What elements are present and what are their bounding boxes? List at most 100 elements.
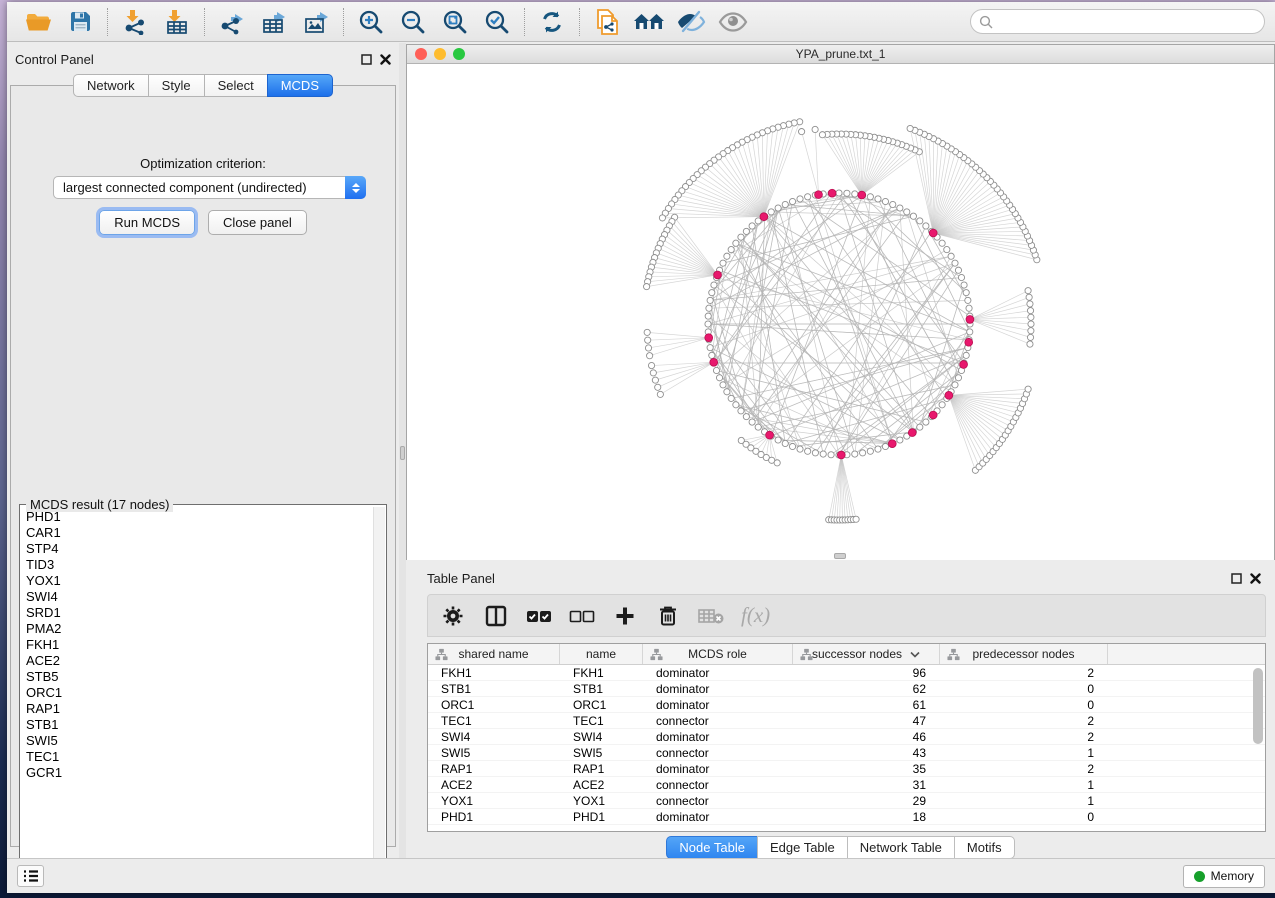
show-column-panel-icon[interactable]: [483, 603, 509, 629]
toolbar-separator: [343, 8, 344, 36]
zoom-fit-icon[interactable]: [434, 5, 476, 39]
mcds-node-item[interactable]: SWI4: [21, 589, 373, 605]
export-network-icon[interactable]: [211, 5, 253, 39]
table-cell: ACE2: [428, 777, 560, 792]
mcds-node-item[interactable]: FKH1: [21, 637, 373, 653]
network-graph[interactable]: [407, 64, 1274, 560]
column-header-predecessor-nodes[interactable]: predecessor nodes: [940, 644, 1108, 664]
tab-select[interactable]: Select: [204, 74, 267, 97]
table-row[interactable]: ACE2ACE2connector311: [428, 777, 1265, 793]
unselect-all-columns-icon[interactable]: [569, 603, 595, 629]
search-input[interactable]: [998, 15, 1256, 29]
table-row[interactable]: TEC1TEC1connector472: [428, 713, 1265, 729]
mcds-node-item[interactable]: GCR1: [21, 765, 373, 781]
float-table-panel-icon[interactable]: [1231, 573, 1242, 584]
table-row[interactable]: SWI5SWI5connector431: [428, 745, 1265, 761]
mcds-node-item[interactable]: PHD1: [21, 509, 373, 525]
export-image-icon[interactable]: [295, 5, 337, 39]
mcds-node-item[interactable]: STB1: [21, 717, 373, 733]
table-cell: YOX1: [428, 793, 560, 808]
mcds-node-item[interactable]: ORC1: [21, 685, 373, 701]
network-window-titlebar[interactable]: YPA_prune.txt_1: [407, 45, 1274, 64]
table-cell: STB1: [428, 681, 560, 696]
tab-network-table[interactable]: Network Table: [847, 836, 954, 859]
table-cell: dominator: [643, 681, 793, 696]
table-cell: connector: [643, 713, 793, 728]
hide-graphics-details-icon[interactable]: [670, 5, 712, 39]
create-column-icon[interactable]: [612, 603, 638, 629]
memory-button[interactable]: Memory: [1183, 865, 1265, 888]
search-field[interactable]: [970, 9, 1265, 34]
zoom-in-icon[interactable]: [350, 5, 392, 39]
table-cell: FKH1: [560, 665, 643, 680]
zoom-out-icon[interactable]: [392, 5, 434, 39]
table-row[interactable]: SWI4SWI4dominator462: [428, 729, 1265, 745]
tab-motifs[interactable]: Motifs: [954, 836, 1015, 859]
table-row[interactable]: PHD1PHD1dominator180: [428, 809, 1265, 825]
table-cell: 1: [940, 793, 1108, 808]
mcds-node-item[interactable]: TID3: [21, 557, 373, 573]
table-row[interactable]: RAP1RAP1dominator352: [428, 761, 1265, 777]
mcds-node-item[interactable]: PMA2: [21, 621, 373, 637]
delete-table-icon[interactable]: [698, 603, 724, 629]
column-header-MCDS-role[interactable]: MCDS role: [643, 644, 793, 664]
tab-mcds[interactable]: MCDS: [267, 74, 333, 97]
mcds-result-list[interactable]: PHD1CAR1STP4TID3YOX1SWI4SRD1PMA2FKH1ACE2…: [21, 509, 373, 871]
mcds-node-item[interactable]: YOX1: [21, 573, 373, 589]
table-body: FKH1FKH1dominator962STB1STB1dominator620…: [428, 665, 1265, 825]
close-panel-button[interactable]: Close panel: [208, 210, 307, 235]
houses-icon[interactable]: [628, 5, 670, 39]
table-cell: SWI5: [560, 745, 643, 760]
zoom-selected-icon[interactable]: [476, 5, 518, 39]
save-session-icon[interactable]: [59, 5, 101, 39]
export-table-icon[interactable]: [253, 5, 295, 39]
control-panel-title: Control Panel: [15, 52, 94, 67]
table-scrollbar[interactable]: [1253, 668, 1263, 744]
delete-column-icon[interactable]: [655, 603, 681, 629]
optimization-criterion-select[interactable]: largest connected component (undirected): [53, 176, 366, 199]
mcds-node-item[interactable]: STP4: [21, 541, 373, 557]
tab-edge-table[interactable]: Edge Table: [757, 836, 847, 859]
show-graphics-details-icon[interactable]: [712, 5, 754, 39]
tab-network[interactable]: Network: [73, 74, 148, 97]
column-header-shared-name[interactable]: shared name: [428, 644, 560, 664]
apply-layout-icon[interactable]: [531, 5, 573, 39]
toolbar-separator: [524, 8, 525, 36]
control-panel-tabs: NetworkStyleSelectMCDS: [7, 74, 399, 97]
mcds-node-item[interactable]: ACE2: [21, 653, 373, 669]
mcds-node-item[interactable]: SRD1: [21, 605, 373, 621]
table-row[interactable]: STB1STB1dominator620: [428, 681, 1265, 697]
import-network-icon[interactable]: [114, 5, 156, 39]
close-panel-icon[interactable]: [380, 54, 391, 65]
table-cell: 18: [793, 809, 940, 824]
open-session-icon[interactable]: [17, 5, 59, 39]
tab-node-table[interactable]: Node Table: [666, 836, 757, 859]
float-panel-icon[interactable]: [361, 54, 372, 65]
run-mcds-button[interactable]: Run MCDS: [99, 210, 195, 235]
mcds-node-item[interactable]: SWI5: [21, 733, 373, 749]
table-cell: connector: [643, 777, 793, 792]
mcds-node-item[interactable]: RAP1: [21, 701, 373, 717]
show-panels-menu-button[interactable]: [17, 865, 44, 887]
criterion-value: largest connected component (undirected): [54, 180, 345, 195]
divider-grip[interactable]: [400, 446, 405, 460]
table-row[interactable]: FKH1FKH1dominator962: [428, 665, 1265, 681]
clone-network-icon[interactable]: [586, 5, 628, 39]
table-row[interactable]: YOX1YOX1connector291: [428, 793, 1265, 809]
table-cell: SWI4: [560, 729, 643, 744]
mcds-list-scrollbar[interactable]: [373, 507, 385, 871]
select-all-columns-icon[interactable]: [526, 603, 552, 629]
import-table-icon[interactable]: [156, 5, 198, 39]
mcds-node-item[interactable]: STB5: [21, 669, 373, 685]
mcds-node-item[interactable]: TEC1: [21, 749, 373, 765]
table-row[interactable]: ORC1ORC1dominator610: [428, 697, 1265, 713]
column-header-successor-nodes[interactable]: successor nodes: [793, 644, 940, 664]
mcds-node-item[interactable]: CAR1: [21, 525, 373, 541]
table-settings-gear-icon[interactable]: [440, 603, 466, 629]
split-grip[interactable]: [834, 553, 846, 559]
network-canvas[interactable]: [407, 64, 1274, 560]
tab-style[interactable]: Style: [148, 74, 204, 97]
function-builder-icon[interactable]: f(x): [741, 603, 770, 628]
close-table-panel-icon[interactable]: [1250, 573, 1261, 584]
column-header-name[interactable]: name: [560, 644, 643, 664]
